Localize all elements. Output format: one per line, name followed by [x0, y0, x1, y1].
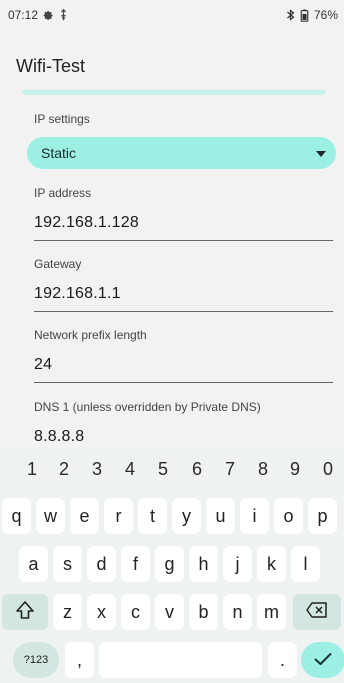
- key-o[interactable]: o: [274, 498, 303, 534]
- checkmark-icon: [314, 650, 332, 671]
- screen: 07:12 76% Wifi-Test IP settings Static I…: [0, 0, 344, 683]
- backspace-icon: [306, 601, 328, 623]
- status-left: 07:12: [8, 8, 68, 22]
- key-9[interactable]: 9: [283, 456, 307, 482]
- key-2[interactable]: 2: [52, 456, 76, 482]
- app-title: Wifi-Test: [16, 56, 85, 76]
- key-t[interactable]: t: [138, 498, 167, 534]
- vpn-key-icon: [59, 9, 68, 21]
- key-h[interactable]: h: [189, 546, 218, 582]
- shift-key[interactable]: [2, 594, 48, 630]
- key-c[interactable]: c: [121, 594, 150, 630]
- key-g[interactable]: g: [155, 546, 184, 582]
- form-content[interactable]: IP settings Static IP address 192.168.1.…: [0, 90, 344, 448]
- key-e[interactable]: e: [70, 498, 99, 534]
- key-p[interactable]: p: [308, 498, 337, 534]
- key-3[interactable]: 3: [85, 456, 109, 482]
- key-l[interactable]: l: [291, 546, 320, 582]
- key-v[interactable]: v: [155, 594, 184, 630]
- done-key[interactable]: [301, 642, 344, 678]
- key-j[interactable]: j: [223, 546, 252, 582]
- prefix-length-value: 24: [34, 356, 53, 373]
- gateway-label: Gateway: [34, 257, 82, 271]
- key-y[interactable]: y: [172, 498, 201, 534]
- ip-address-value: 192.168.1.128: [34, 214, 139, 231]
- status-bar: 07:12 76%: [0, 0, 344, 30]
- key-r[interactable]: r: [104, 498, 133, 534]
- key-1[interactable]: 1: [20, 456, 44, 482]
- bluetooth-icon: [286, 9, 295, 21]
- key-w[interactable]: w: [36, 498, 65, 534]
- key-a[interactable]: a: [19, 546, 48, 582]
- prefix-length-field[interactable]: 24: [34, 356, 333, 383]
- ip-settings-dropdown[interactable]: Static: [27, 137, 336, 169]
- period-key[interactable]: .: [268, 642, 297, 678]
- ip-settings-value: Static: [41, 145, 77, 161]
- key-6[interactable]: 6: [185, 456, 209, 482]
- dns1-value: 8.8.8.8: [34, 428, 85, 445]
- ip-address-label: IP address: [34, 186, 92, 200]
- key-f[interactable]: f: [121, 546, 150, 582]
- ip-settings-label: IP settings: [34, 112, 90, 126]
- previous-field-edge: [22, 90, 326, 95]
- key-d[interactable]: d: [87, 546, 116, 582]
- status-time: 07:12: [8, 8, 39, 22]
- key-0[interactable]: 0: [316, 456, 340, 482]
- key-m[interactable]: m: [257, 594, 286, 630]
- key-8[interactable]: 8: [251, 456, 275, 482]
- key-i[interactable]: i: [240, 498, 269, 534]
- dropdown-arrow-icon: [316, 144, 326, 162]
- battery-percent: 76%: [313, 8, 338, 22]
- symbols-key[interactable]: ?123: [13, 642, 59, 678]
- prefix-length-label: Network prefix length: [34, 328, 147, 342]
- gateway-field[interactable]: 192.168.1.1: [34, 285, 333, 312]
- gateway-value: 192.168.1.1: [34, 285, 121, 302]
- key-4[interactable]: 4: [118, 456, 142, 482]
- gear-icon: [43, 10, 54, 21]
- battery-icon: [300, 8, 309, 22]
- comma-key[interactable]: ,: [65, 642, 94, 678]
- shift-icon: [15, 600, 35, 625]
- ip-address-field[interactable]: 192.168.1.128: [34, 214, 333, 241]
- dns1-field[interactable]: 8.8.8.8: [34, 428, 333, 448]
- key-k[interactable]: k: [257, 546, 286, 582]
- backspace-key[interactable]: [293, 594, 341, 630]
- space-key[interactable]: [99, 642, 262, 678]
- soft-keyboard: 1 2 3 4 5 6 7 8 9 0 q w e r t y u i o p …: [0, 448, 344, 683]
- key-s[interactable]: s: [53, 546, 82, 582]
- key-5[interactable]: 5: [151, 456, 175, 482]
- key-n[interactable]: n: [223, 594, 252, 630]
- key-7[interactable]: 7: [218, 456, 242, 482]
- dns1-label: DNS 1 (unless overridden by Private DNS): [34, 400, 261, 414]
- key-b[interactable]: b: [189, 594, 218, 630]
- status-right: 76%: [286, 8, 338, 22]
- key-q[interactable]: q: [2, 498, 31, 534]
- key-u[interactable]: u: [206, 498, 235, 534]
- key-z[interactable]: z: [53, 594, 82, 630]
- key-x[interactable]: x: [87, 594, 116, 630]
